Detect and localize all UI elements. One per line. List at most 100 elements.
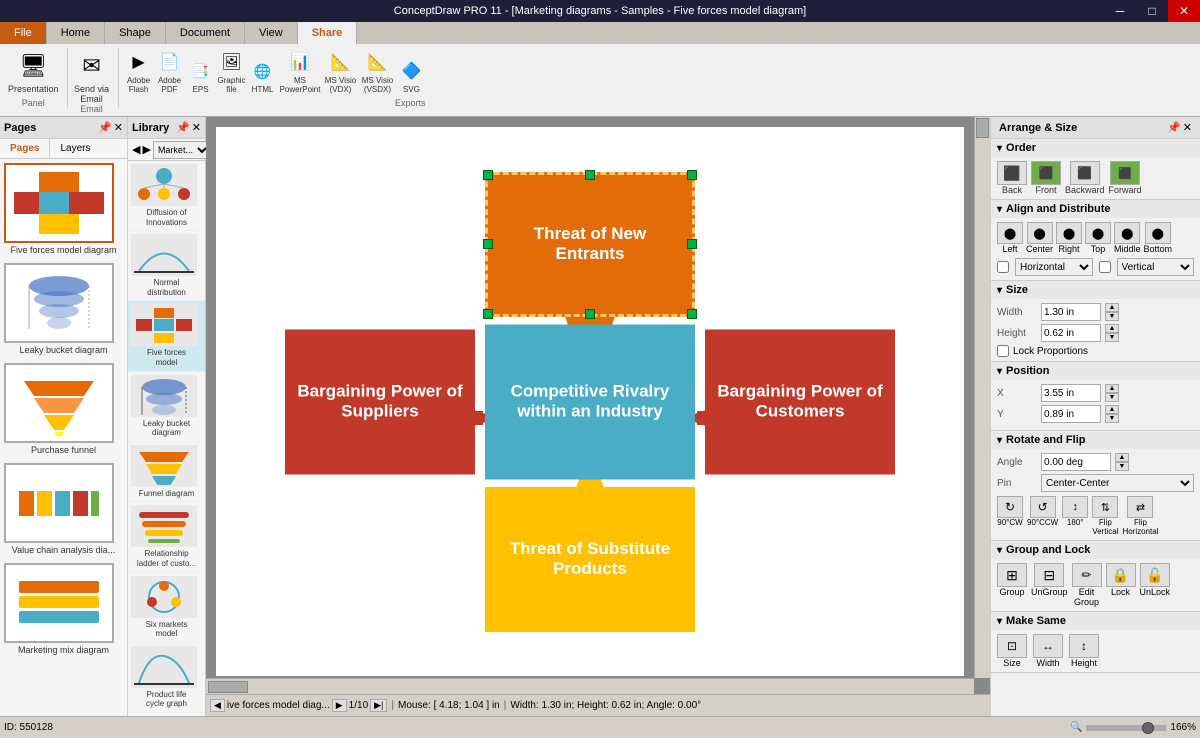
front-button[interactable]: ⬛ Front [1031,161,1061,195]
send-email-button[interactable]: ✉ Send viaEmail [74,48,110,104]
distribute-h-select[interactable]: Horizontal [1015,258,1093,276]
align-bottom-button[interactable]: ⬤ Bottom [1144,222,1173,254]
tab-pages[interactable]: Pages [0,139,50,158]
library-item-3[interactable]: Five forcesmodel [128,301,205,371]
page-prev-button[interactable]: ◀ [210,699,225,712]
distribute-v-select[interactable]: Vertical [1117,258,1195,276]
align-middle-button[interactable]: ⬤ Middle [1114,222,1141,254]
threat-substitutes-box[interactable]: Threat of Substitute Products [485,487,695,632]
lock-proportions-checkbox[interactable] [997,345,1009,357]
scrollbar-thumb-h[interactable] [208,681,248,693]
ms-powerpoint-button[interactable]: 📊 MSPowerPoint [280,48,321,94]
align-section-header[interactable]: ▾ Align and Distribute [991,200,1200,218]
library-item-2[interactable]: Normaldistribution [128,231,205,301]
page-last-button[interactable]: ▶| [370,699,387,712]
angle-input[interactable] [1041,453,1111,471]
edit-group-button[interactable]: ✏ EditGroup [1072,563,1102,607]
svg-button[interactable]: 🔷 SVG [397,57,425,94]
close-button[interactable]: ✕ [1168,0,1200,22]
group-button[interactable]: ⊞ Group [997,563,1027,607]
ms-visio-vdx-button[interactable]: 📐 MS Visio(VDX) [323,48,357,94]
back-button[interactable]: ⬛ Back [997,161,1027,195]
align-center-button[interactable]: ⬤ Center [1026,222,1053,254]
forward-button[interactable]: ⬛ Forward [1109,161,1142,195]
graphic-file-button[interactable]: 🖼 Graphicfile [218,48,246,94]
ms-visio-vsdx-button[interactable]: 📐 MS Visio(VSDX) [360,48,394,94]
page-next-button[interactable]: ▶ [332,699,347,712]
arrange-close-button[interactable]: ✕ [1183,121,1192,134]
tab-share[interactable]: Share [298,22,358,44]
tab-layers[interactable]: Layers [50,139,100,158]
maximize-button[interactable]: □ [1136,0,1168,22]
angle-down-button[interactable]: ▼ [1115,462,1129,471]
rotate-180-button[interactable]: ↕ 180° [1062,496,1088,536]
page-item-5[interactable]: Marketing mix diagram [4,563,123,655]
arrange-pin-button[interactable]: 📌 [1167,121,1181,134]
library-item-8[interactable]: Product lifecycle graph [128,643,205,713]
html-button[interactable]: 🌐 HTML [249,57,277,94]
align-left-button[interactable]: ⬤ Left [997,222,1023,254]
x-up-button[interactable]: ▲ [1105,384,1119,393]
horizontal-scrollbar[interactable] [206,678,974,694]
same-size-button[interactable]: ⊡ Size [997,634,1027,668]
tab-view[interactable]: View [245,22,298,44]
distribute-v-checkbox[interactable] [1099,261,1111,273]
minimize-button[interactable]: ─ [1104,0,1136,22]
angle-up-button[interactable]: ▲ [1115,453,1129,462]
library-item-1[interactable]: Diffusion ofInnovations [128,161,205,231]
bargaining-suppliers-box[interactable]: Bargaining Power of Suppliers [285,329,475,474]
height-up-button[interactable]: ▲ [1105,324,1119,333]
canvas-scroll[interactable]: Competitive Rivalry within an Industry T… [206,117,990,694]
competitive-rivalry-box[interactable]: Competitive Rivalry within an Industry [485,324,695,479]
make-same-section-header[interactable]: ▾ Make Same [991,612,1200,630]
flip-horizontal-button[interactable]: ⇄ FlipHorizontal [1122,496,1158,536]
eps-button[interactable]: 📑 EPS [187,57,215,94]
library-item-6[interactable]: Relationshipladder of custo... [128,502,205,572]
pin-select[interactable]: Center-Center [1041,474,1194,492]
height-down-button[interactable]: ▼ [1105,333,1119,342]
presentation-button[interactable]: 🖥 Presentation [8,48,59,94]
pages-close-button[interactable]: ✕ [114,121,123,134]
backward-button[interactable]: ⬛ Backward [1065,161,1105,195]
ungroup-button[interactable]: ⊟ UnGroup [1031,563,1068,607]
rotate-90ccw-button[interactable]: ↺ 90°CCW [1027,496,1058,536]
vertical-scrollbar[interactable] [974,117,990,678]
size-section-header[interactable]: ▾ Size [991,281,1200,299]
height-input[interactable] [1041,324,1101,342]
page-item-1[interactable]: Five forces model diagram [4,163,123,255]
group-lock-section-header[interactable]: ▾ Group and Lock [991,541,1200,559]
page-item-4[interactable]: Value chain analysis dia... [4,463,123,555]
library-item-5[interactable]: Funnel diagram [128,442,205,503]
library-item-7[interactable]: Six marketsmodel [128,573,205,643]
x-input[interactable] [1041,384,1101,402]
adobe-flash-button[interactable]: ▶ AdobeFlash [125,48,153,94]
library-pin-button[interactable]: 📌 [176,121,190,134]
distribute-h-checkbox[interactable] [997,261,1009,273]
align-right-button[interactable]: ⬤ Right [1056,222,1082,254]
zoom-decrease-button[interactable]: 🔍 [1070,722,1082,733]
unlock-button[interactable]: 🔓 UnLock [1140,563,1171,607]
align-top-button[interactable]: ⬤ Top [1085,222,1111,254]
position-section-header[interactable]: ▾ Position [991,362,1200,380]
same-height-button[interactable]: ↕ Height [1069,634,1099,668]
threat-entrants-box[interactable]: Threat of New Entrants [485,172,695,317]
adobe-pdf-button[interactable]: 📄 AdobePDF [156,48,184,94]
library-forward-button[interactable]: ▶ [142,143,150,156]
tab-home[interactable]: Home [47,22,105,44]
library-item-4[interactable]: Leaky bucketdiagram [128,372,205,442]
width-down-button[interactable]: ▼ [1105,312,1119,321]
y-input[interactable] [1041,405,1101,423]
page-item-3[interactable]: Purchase funnel [4,363,123,455]
bargaining-customers-box[interactable]: Bargaining Power of Customers [705,329,895,474]
rotate-90cw-button[interactable]: ↻ 90°CW [997,496,1023,536]
flip-vertical-button[interactable]: ⇅ FlipVertical [1092,496,1118,536]
x-down-button[interactable]: ▼ [1105,393,1119,402]
tab-document[interactable]: Document [166,22,245,44]
library-item-9[interactable]: Extendedproduct li... [128,713,205,716]
width-up-button[interactable]: ▲ [1105,303,1119,312]
scrollbar-thumb-v[interactable] [976,118,989,138]
width-input[interactable] [1041,303,1101,321]
order-section-header[interactable]: ▾ Order [991,139,1200,157]
page-item-2[interactable]: Leaky bucket diagram [4,263,123,355]
library-back-button[interactable]: ◀ [132,143,140,156]
